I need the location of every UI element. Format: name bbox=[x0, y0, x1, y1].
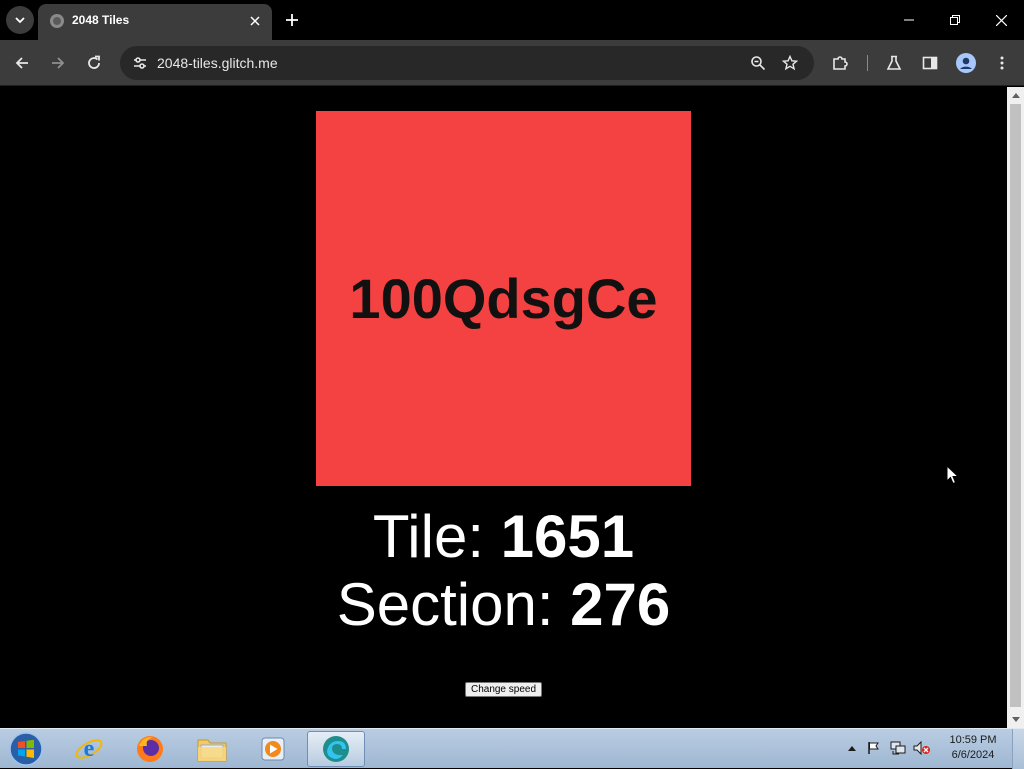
tile-label: Tile: bbox=[372, 503, 484, 570]
more-vertical-icon bbox=[1000, 56, 1004, 70]
internet-explorer-icon: e bbox=[75, 736, 103, 762]
labs-button[interactable] bbox=[880, 49, 908, 77]
tab-title: 2048 Tiles bbox=[72, 13, 130, 27]
action-center-button[interactable] bbox=[865, 739, 883, 757]
tile-value: 1651 bbox=[500, 503, 635, 570]
start-button[interactable] bbox=[6, 731, 46, 767]
menu-button[interactable] bbox=[988, 49, 1016, 77]
taskbar-internet-explorer[interactable]: e bbox=[60, 731, 118, 767]
network-button[interactable] bbox=[889, 739, 907, 757]
tab-close-button[interactable] bbox=[246, 12, 264, 30]
tab-search-button[interactable] bbox=[6, 6, 34, 34]
vertical-scrollbar[interactable] bbox=[1007, 87, 1024, 728]
mouse-cursor-icon bbox=[946, 465, 959, 485]
show-hidden-icons-button[interactable] bbox=[843, 739, 861, 757]
clock-time: 10:59 PM bbox=[949, 734, 997, 746]
chevron-down-icon bbox=[15, 17, 25, 24]
new-tab-button[interactable] bbox=[280, 8, 304, 32]
svg-text:e: e bbox=[84, 736, 95, 762]
site-info-button[interactable] bbox=[128, 51, 152, 75]
restore-button[interactable] bbox=[932, 0, 978, 40]
page-viewport: 100QdsgCe Tile: 1651 Section: 276 Change… bbox=[0, 87, 1007, 728]
globe-icon bbox=[50, 14, 64, 28]
scroll-up-button[interactable] bbox=[1007, 87, 1024, 104]
plus-icon bbox=[286, 14, 298, 26]
reload-icon bbox=[88, 55, 100, 69]
browser-toolbar: 2048-tiles.glitch.me bbox=[0, 40, 1024, 86]
restore-icon bbox=[950, 15, 960, 25]
star-icon bbox=[782, 55, 798, 71]
avatar-icon bbox=[956, 53, 976, 73]
address-bar[interactable]: 2048-tiles.glitch.me bbox=[120, 46, 814, 80]
close-window-button[interactable] bbox=[978, 0, 1024, 40]
windows-taskbar: e 10:59 PM 6/6/2024 bbox=[0, 728, 1024, 769]
zoom-out-icon bbox=[751, 56, 766, 71]
taskbar-file-explorer[interactable] bbox=[183, 731, 241, 767]
network-icon bbox=[890, 741, 906, 755]
change-speed-button[interactable]: Change speed bbox=[465, 682, 542, 697]
section-counter: Section: 276 bbox=[0, 571, 1007, 639]
close-icon bbox=[250, 16, 260, 26]
firefox-icon bbox=[137, 736, 163, 762]
section-value: 276 bbox=[570, 571, 671, 638]
back-button[interactable] bbox=[8, 49, 36, 77]
clock-date: 6/6/2024 bbox=[951, 749, 995, 761]
flag-icon bbox=[868, 742, 879, 754]
section-label: Section: bbox=[336, 571, 554, 638]
scrollbar-thumb[interactable] bbox=[1010, 104, 1021, 707]
toolbar-divider bbox=[867, 55, 868, 71]
system-clock[interactable]: 10:59 PM 6/6/2024 bbox=[940, 733, 1006, 763]
media-player-icon bbox=[261, 737, 285, 761]
side-panel-button[interactable] bbox=[916, 49, 944, 77]
arrow-left-icon bbox=[15, 57, 28, 69]
volume-button[interactable] bbox=[913, 739, 931, 757]
minimize-icon bbox=[904, 19, 914, 21]
arrow-right-icon bbox=[52, 57, 65, 69]
folder-icon bbox=[197, 739, 227, 762]
windows-logo-icon bbox=[9, 732, 43, 766]
taskbar-edge[interactable] bbox=[307, 731, 365, 767]
tune-icon bbox=[134, 57, 146, 69]
browser-titlebar: 2048 Tiles bbox=[0, 0, 1024, 40]
show-desktop-button[interactable] bbox=[1012, 729, 1024, 769]
url-text: 2048-tiles.glitch.me bbox=[157, 55, 278, 71]
close-icon bbox=[995, 14, 1007, 26]
triangle-up-icon bbox=[1011, 93, 1020, 98]
taskbar-media-player[interactable] bbox=[244, 731, 302, 767]
profile-button[interactable] bbox=[952, 49, 980, 77]
reload-button[interactable] bbox=[80, 49, 108, 77]
forward-button[interactable] bbox=[44, 49, 72, 77]
scroll-down-button[interactable] bbox=[1007, 711, 1024, 728]
flask-icon bbox=[886, 55, 902, 70]
tile-counter: Tile: 1651 bbox=[0, 503, 1007, 571]
tile-text: 100QdsgCe bbox=[349, 267, 658, 330]
triangle-down-icon bbox=[1011, 717, 1020, 722]
minimize-button[interactable] bbox=[886, 0, 932, 40]
bookmark-button[interactable] bbox=[778, 51, 802, 75]
extensions-button[interactable] bbox=[826, 49, 854, 77]
side-panel-icon bbox=[922, 56, 938, 70]
puzzle-icon bbox=[833, 56, 848, 70]
game-tile: 100QdsgCe bbox=[316, 111, 691, 486]
zoom-button[interactable] bbox=[746, 51, 770, 75]
edge-icon bbox=[323, 736, 349, 762]
tab-2048-tiles[interactable]: 2048 Tiles bbox=[38, 4, 272, 40]
volume-muted-icon bbox=[913, 741, 930, 755]
taskbar-firefox[interactable] bbox=[121, 731, 179, 767]
triangle-up-icon bbox=[848, 745, 856, 751]
